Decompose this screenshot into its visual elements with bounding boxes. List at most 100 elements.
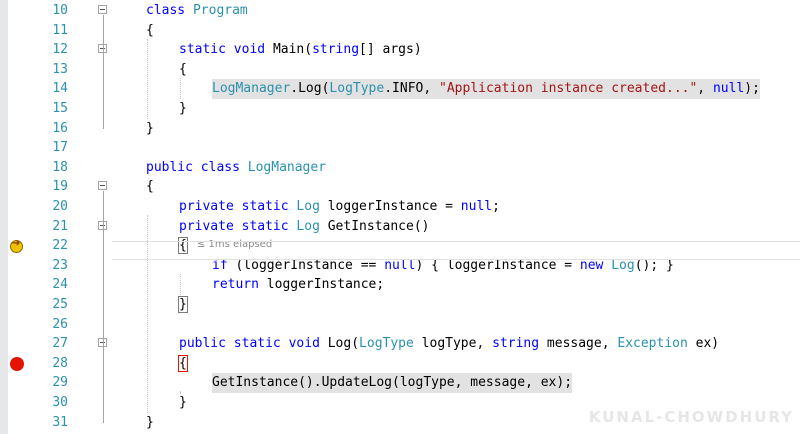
keyword-token: static (241, 218, 297, 234)
code-line[interactable]: 14 LogManager.Log(LogType.INFO, "Applicat… (0, 79, 800, 100)
code-line[interactable]: 26 (0, 315, 800, 335)
code-text: return loggerInstance; (212, 275, 384, 295)
code-token: logType, (413, 336, 493, 352)
type-token: LogType (359, 336, 414, 352)
code-text: { (146, 21, 154, 41)
code-line[interactable]: 24 return loggerInstance; (0, 275, 800, 295)
keyword-token: null (460, 199, 493, 214)
code-line[interactable]: 10 class Program (0, 1, 800, 21)
code-line[interactable]: 25} (0, 295, 800, 315)
code-token: } (146, 414, 154, 430)
type-token: Log (296, 199, 320, 214)
code-token: .INFO, (384, 81, 440, 97)
code-text: static void Main(string[] args) (179, 40, 422, 60)
fold-connector (103, 348, 104, 403)
code-token: } (179, 101, 187, 116)
keyword-token: string (492, 336, 547, 352)
keyword-token: static (233, 336, 289, 352)
code-token: GetInstance() (319, 218, 430, 234)
code-token: { (146, 179, 154, 195)
keyword-token: null (384, 257, 416, 273)
collapse-icon[interactable] (98, 5, 107, 14)
code-token: , (697, 81, 713, 97)
type-token: Log (296, 218, 320, 234)
line-number: 11 (52, 22, 68, 38)
code-line[interactable]: 20 private static Log loggerInstance = nu… (0, 197, 800, 217)
line-number: 14 (52, 81, 68, 97)
line-number: 31 (52, 414, 68, 430)
string-token: "Application instance created..." (439, 81, 698, 97)
code-token: [] args) (359, 42, 422, 58)
keyword-token: null (712, 81, 745, 97)
code-line[interactable]: 13 { (0, 60, 800, 80)
code-token: message, (546, 336, 618, 352)
fold-connector (103, 54, 104, 109)
code-text: { (179, 60, 187, 80)
line-number: 23 (52, 257, 68, 273)
code-token: Main( (272, 42, 313, 58)
code-text: private static Log loggerInstance = null… (179, 197, 500, 217)
code-line[interactable]: 17 (0, 138, 800, 158)
line-number: 19 (52, 179, 68, 195)
keyword-token: return (212, 277, 267, 293)
line-number: 10 (52, 3, 68, 18)
line-number: 22 (52, 238, 68, 254)
code-line[interactable]: 28 { (0, 354, 800, 374)
keyword-token: string (312, 42, 360, 58)
line-number: 29 (52, 375, 68, 391)
line-number: 16 (52, 120, 68, 136)
type-token: Exception (617, 336, 688, 352)
line-number: 17 (52, 140, 68, 156)
keyword-token: if (212, 257, 236, 273)
code-text: } (179, 393, 187, 413)
code-token: { (178, 354, 188, 372)
current-line-highlight (112, 241, 800, 260)
breakpoint-icon[interactable] (10, 356, 24, 371)
code-token: ex) (687, 336, 720, 352)
line-number: 12 (52, 42, 68, 58)
line-number: 30 (52, 395, 68, 410)
line-number: 15 (52, 101, 68, 116)
line-number: 18 (52, 159, 68, 175)
code-token: } (178, 296, 188, 313)
code-token: loggerInstance = (319, 199, 461, 214)
fold-connector (103, 230, 104, 305)
code-line[interactable]: 29 GetInstance().UpdateLog(logType, messa… (0, 373, 800, 394)
keyword-token: public (179, 336, 234, 352)
code-text: public class LogManager (146, 158, 326, 178)
type-token: LogManager (212, 81, 291, 97)
code-token: } (179, 395, 187, 410)
code-token: (loggerInstance == (235, 257, 385, 273)
collapse-icon[interactable] (98, 181, 107, 191)
code-text: } (179, 99, 187, 119)
indent-guide (147, 215, 148, 413)
type-token: LogType (329, 81, 385, 97)
type-token: Program (192, 3, 248, 18)
line-number: 20 (52, 199, 68, 214)
current-statement-arrow-icon[interactable] (10, 238, 23, 254)
line-number: 13 (52, 61, 68, 77)
code-token: ); (744, 81, 760, 97)
code-line[interactable]: 12 static void Main(string[] args) (0, 40, 800, 60)
code-line[interactable]: 21 private static Log GetInstance() (0, 217, 800, 237)
indent-guide (180, 77, 181, 99)
code-text: class Program (146, 1, 248, 21)
keyword-token: static (179, 42, 234, 58)
keyword-token: void (233, 42, 273, 58)
keyword-token: void (288, 336, 328, 352)
code-line[interactable]: 27 public static void Log(LogType logType… (0, 334, 800, 354)
type-token: Log (611, 257, 635, 273)
code-line[interactable]: 15} (0, 99, 800, 119)
code-text: LogManager.Log(LogType.INFO, "Applicatio… (212, 79, 760, 100)
code-line[interactable]: 11 { (0, 21, 800, 41)
code-line[interactable]: 16} (0, 119, 800, 139)
line-number: 21 (52, 218, 68, 234)
line-number: 27 (52, 336, 68, 352)
code-text: public static void Log(LogType logType, … (179, 334, 719, 354)
code-token: } (146, 120, 154, 136)
keyword-token: class (146, 3, 193, 18)
code-line[interactable]: 18 public class LogManager (0, 158, 800, 178)
code-token: ) { loggerInstance = (415, 257, 580, 273)
code-token: loggerInstance; (266, 277, 385, 293)
code-line[interactable]: 19 { (0, 177, 800, 197)
